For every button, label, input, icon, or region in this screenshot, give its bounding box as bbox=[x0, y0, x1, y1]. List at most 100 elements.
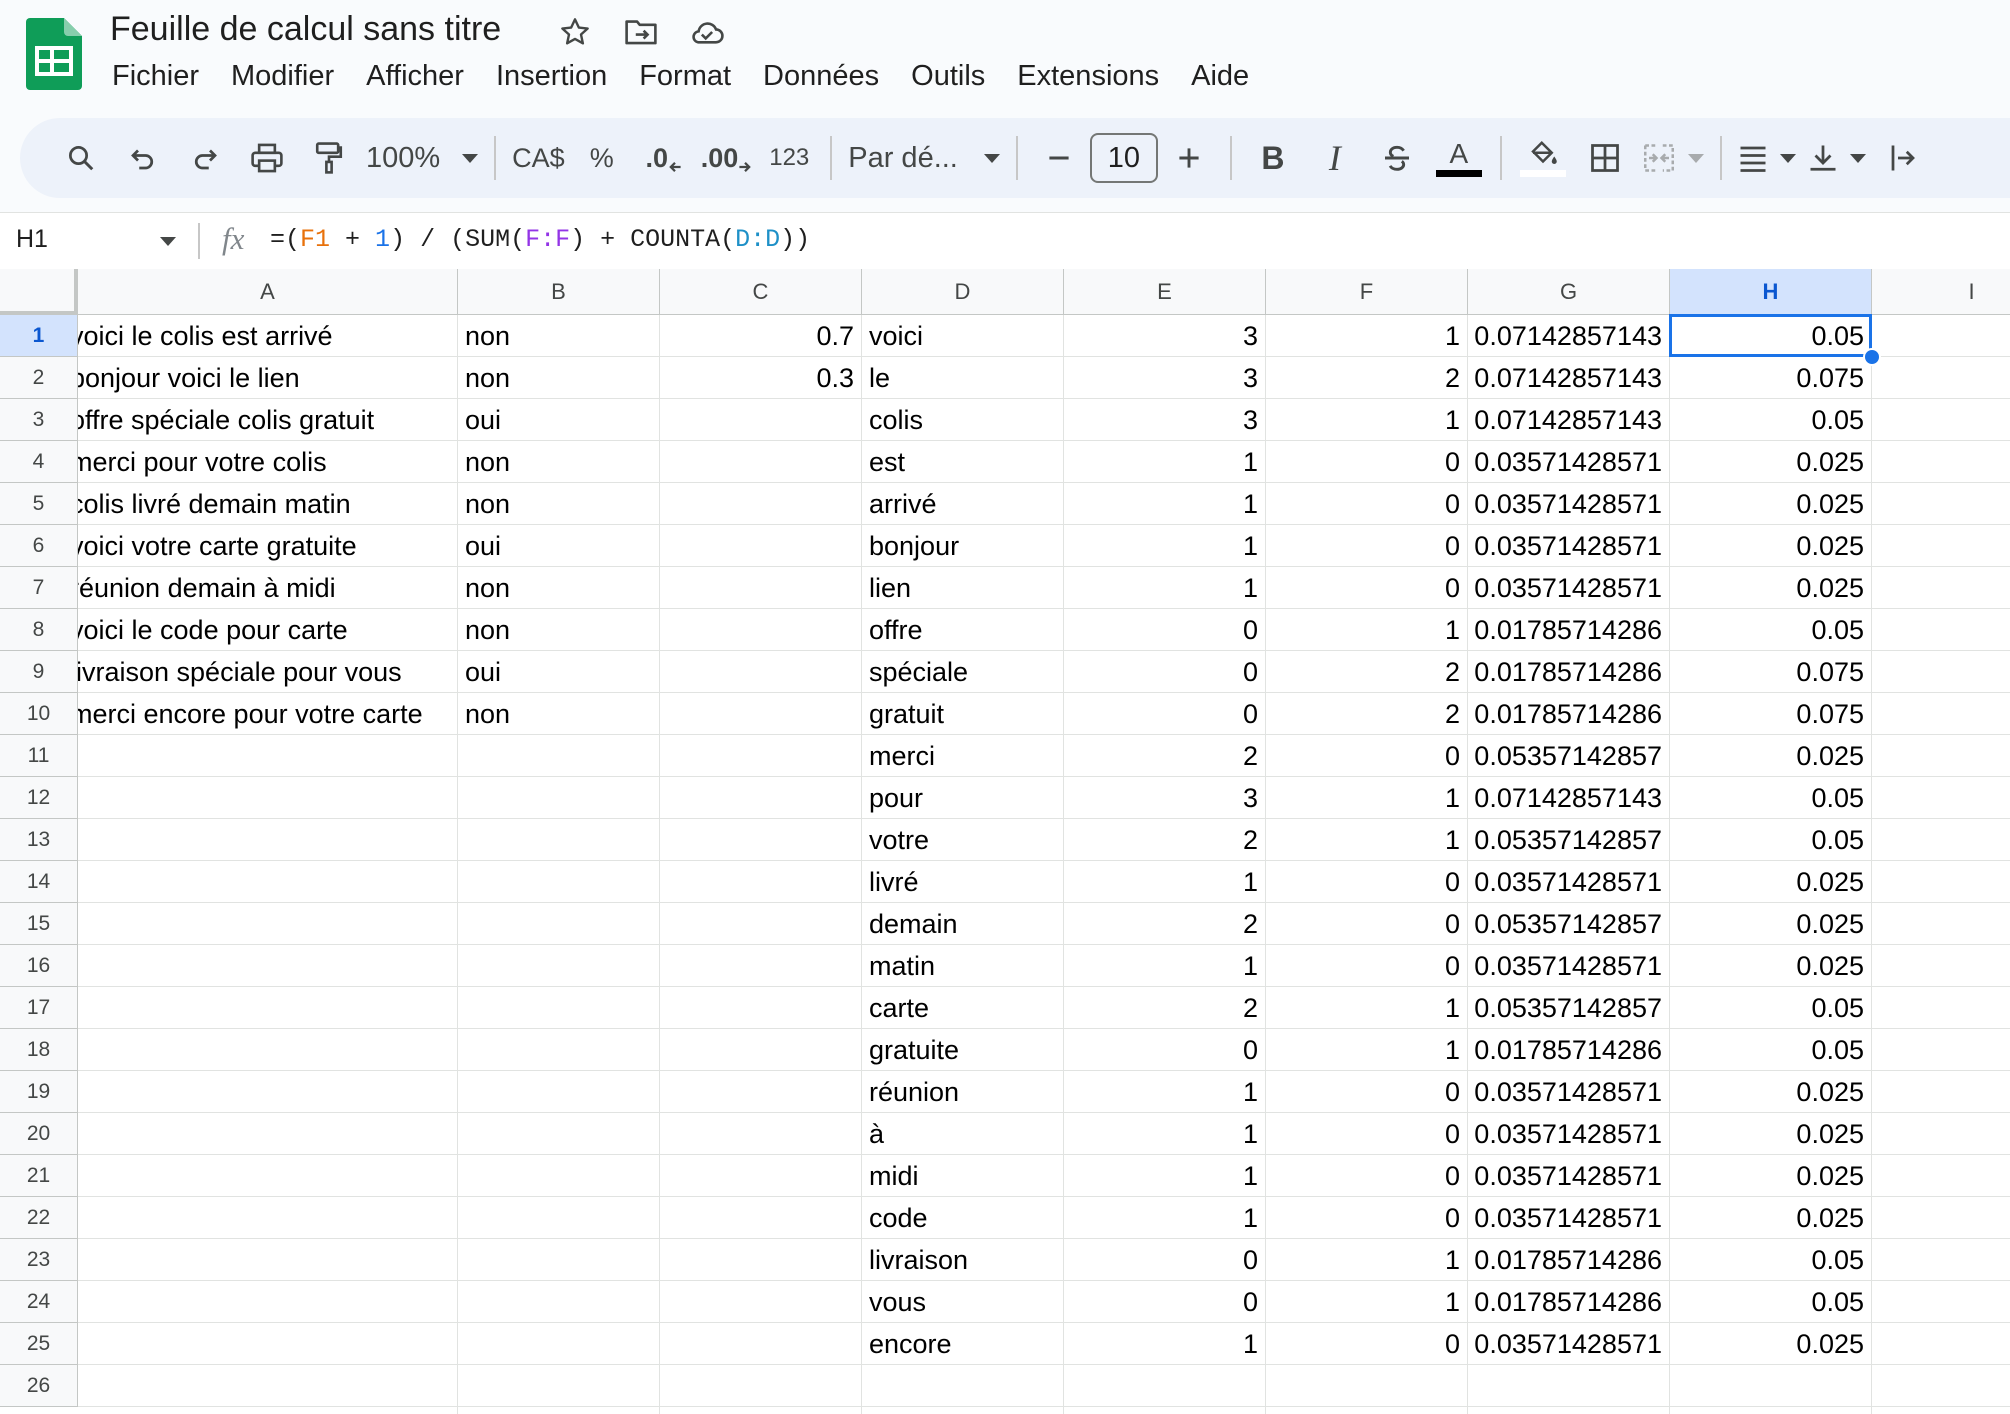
cell-h19[interactable]: 0.025 bbox=[1670, 1071, 1872, 1113]
cell-g18[interactable]: 0.01785714286 bbox=[1468, 1029, 1670, 1071]
cell-d21[interactable]: midi bbox=[862, 1155, 1064, 1197]
increase-decimals-button[interactable]: .00 bbox=[701, 130, 753, 186]
search-menus-icon[interactable] bbox=[56, 130, 106, 186]
cell-g10[interactable]: 0.01785714286 bbox=[1468, 693, 1670, 735]
cell-g14[interactable]: 0.03571428571 bbox=[1468, 861, 1670, 903]
cell-h11[interactable]: 0.025 bbox=[1670, 735, 1872, 777]
italic-button[interactable]: I bbox=[1310, 130, 1360, 186]
cell-d16[interactable]: matin bbox=[862, 945, 1064, 987]
cell-e23[interactable]: 0 bbox=[1064, 1239, 1266, 1281]
cell-f11[interactable]: 0 bbox=[1266, 735, 1468, 777]
cell-b7[interactable]: non bbox=[458, 567, 660, 609]
row-header-16[interactable]: 16 bbox=[0, 945, 78, 987]
cell-h23[interactable]: 0.05 bbox=[1670, 1239, 1872, 1281]
row-header-1[interactable]: 1 bbox=[0, 315, 78, 357]
cell-b2[interactable]: non bbox=[458, 357, 660, 399]
menu-extensions[interactable]: Extensions bbox=[1001, 56, 1175, 97]
cell-d13[interactable]: votre bbox=[862, 819, 1064, 861]
select-all-corner[interactable] bbox=[0, 269, 78, 315]
cell-g19[interactable]: 0.03571428571 bbox=[1468, 1071, 1670, 1113]
cell-h2[interactable]: 0.075 bbox=[1670, 357, 1872, 399]
cell-b3[interactable]: oui bbox=[458, 399, 660, 441]
increase-font-size-icon[interactable] bbox=[1164, 130, 1214, 186]
column-header-h[interactable]: H bbox=[1670, 269, 1872, 315]
cell-a6[interactable]: voici votre carte gratuite bbox=[78, 525, 458, 567]
cell-f7[interactable]: 0 bbox=[1266, 567, 1468, 609]
cell-b6[interactable]: oui bbox=[458, 525, 660, 567]
column-header-i[interactable]: I bbox=[1872, 269, 2010, 315]
column-header-f[interactable]: F bbox=[1266, 269, 1468, 315]
cell-f10[interactable]: 2 bbox=[1266, 693, 1468, 735]
cell-d23[interactable]: livraison bbox=[862, 1239, 1064, 1281]
column-header-b[interactable]: B bbox=[458, 269, 660, 315]
cell-d3[interactable]: colis bbox=[862, 399, 1064, 441]
cell-g21[interactable]: 0.03571428571 bbox=[1468, 1155, 1670, 1197]
cell-g12[interactable]: 0.07142857143 bbox=[1468, 777, 1670, 819]
cell-g13[interactable]: 0.05357142857 bbox=[1468, 819, 1670, 861]
column-header-e[interactable]: E bbox=[1064, 269, 1266, 315]
cell-f5[interactable]: 0 bbox=[1266, 483, 1468, 525]
menu-aide[interactable]: Aide bbox=[1175, 56, 1265, 97]
decrease-decimals-button[interactable]: .0 bbox=[639, 130, 689, 186]
cell-f22[interactable]: 0 bbox=[1266, 1197, 1468, 1239]
cell-e12[interactable]: 3 bbox=[1064, 777, 1266, 819]
cell-a2[interactable]: bonjour voici le lien bbox=[78, 357, 458, 399]
row-header-13[interactable]: 13 bbox=[0, 819, 78, 861]
star-icon[interactable] bbox=[555, 12, 595, 52]
sheets-logo-icon[interactable] bbox=[26, 18, 82, 90]
cell-a9[interactable]: livraison spéciale pour vous bbox=[78, 651, 458, 693]
cell-d5[interactable]: arrivé bbox=[862, 483, 1064, 525]
cell-f16[interactable]: 0 bbox=[1266, 945, 1468, 987]
cell-a5[interactable]: colis livré demain matin bbox=[78, 483, 458, 525]
cell-h6[interactable]: 0.025 bbox=[1670, 525, 1872, 567]
cell-e7[interactable]: 1 bbox=[1064, 567, 1266, 609]
row-header-17[interactable]: 17 bbox=[0, 987, 78, 1029]
row-header-14[interactable]: 14 bbox=[0, 861, 78, 903]
menu-modifier[interactable]: Modifier bbox=[215, 56, 350, 97]
cell-h15[interactable]: 0.025 bbox=[1670, 903, 1872, 945]
format-percent-button[interactable]: % bbox=[577, 130, 627, 186]
cell-d2[interactable]: le bbox=[862, 357, 1064, 399]
row-header-10[interactable]: 10 bbox=[0, 693, 78, 735]
cell-d10[interactable]: gratuit bbox=[862, 693, 1064, 735]
cell-d4[interactable]: est bbox=[862, 441, 1064, 483]
row-header-23[interactable]: 23 bbox=[0, 1239, 78, 1281]
cell-f25[interactable]: 0 bbox=[1266, 1323, 1468, 1365]
cell-a3[interactable]: offre spéciale colis gratuit bbox=[78, 399, 458, 441]
row-header-20[interactable]: 20 bbox=[0, 1113, 78, 1155]
cell-d20[interactable]: à bbox=[862, 1113, 1064, 1155]
cell-e21[interactable]: 1 bbox=[1064, 1155, 1266, 1197]
cell-h22[interactable]: 0.025 bbox=[1670, 1197, 1872, 1239]
cell-g5[interactable]: 0.03571428571 bbox=[1468, 483, 1670, 525]
document-title[interactable]: Feuille de calcul sans titre bbox=[110, 10, 501, 49]
cell-a8[interactable]: voici le code pour carte bbox=[78, 609, 458, 651]
row-header-9[interactable]: 9 bbox=[0, 651, 78, 693]
cell-e10[interactable]: 0 bbox=[1064, 693, 1266, 735]
cell-g24[interactable]: 0.01785714286 bbox=[1468, 1281, 1670, 1323]
cell-f4[interactable]: 0 bbox=[1266, 441, 1468, 483]
zoom-select[interactable]: 100% bbox=[366, 130, 479, 186]
row-header-12[interactable]: 12 bbox=[0, 777, 78, 819]
cell-f19[interactable]: 0 bbox=[1266, 1071, 1468, 1113]
cell-g2[interactable]: 0.07142857143 bbox=[1468, 357, 1670, 399]
cell-f2[interactable]: 2 bbox=[1266, 357, 1468, 399]
cell-e9[interactable]: 0 bbox=[1064, 651, 1266, 693]
cell-g11[interactable]: 0.05357142857 bbox=[1468, 735, 1670, 777]
column-header-g[interactable]: G bbox=[1468, 269, 1670, 315]
cell-f18[interactable]: 1 bbox=[1266, 1029, 1468, 1071]
cell-h16[interactable]: 0.025 bbox=[1670, 945, 1872, 987]
cell-d24[interactable]: vous bbox=[862, 1281, 1064, 1323]
cell-f9[interactable]: 2 bbox=[1266, 651, 1468, 693]
cell-e13[interactable]: 2 bbox=[1064, 819, 1266, 861]
move-to-folder-icon[interactable] bbox=[621, 12, 661, 52]
cell-h20[interactable]: 0.025 bbox=[1670, 1113, 1872, 1155]
text-color-button[interactable]: A bbox=[1434, 130, 1484, 186]
cell-e8[interactable]: 0 bbox=[1064, 609, 1266, 651]
cell-d25[interactable]: encore bbox=[862, 1323, 1064, 1365]
cell-e11[interactable]: 2 bbox=[1064, 735, 1266, 777]
cell-e16[interactable]: 1 bbox=[1064, 945, 1266, 987]
row-header-24[interactable]: 24 bbox=[0, 1281, 78, 1323]
more-formats-button[interactable]: 123 bbox=[764, 130, 814, 186]
vertical-align-icon[interactable] bbox=[1808, 130, 1866, 186]
row-header-18[interactable]: 18 bbox=[0, 1029, 78, 1071]
